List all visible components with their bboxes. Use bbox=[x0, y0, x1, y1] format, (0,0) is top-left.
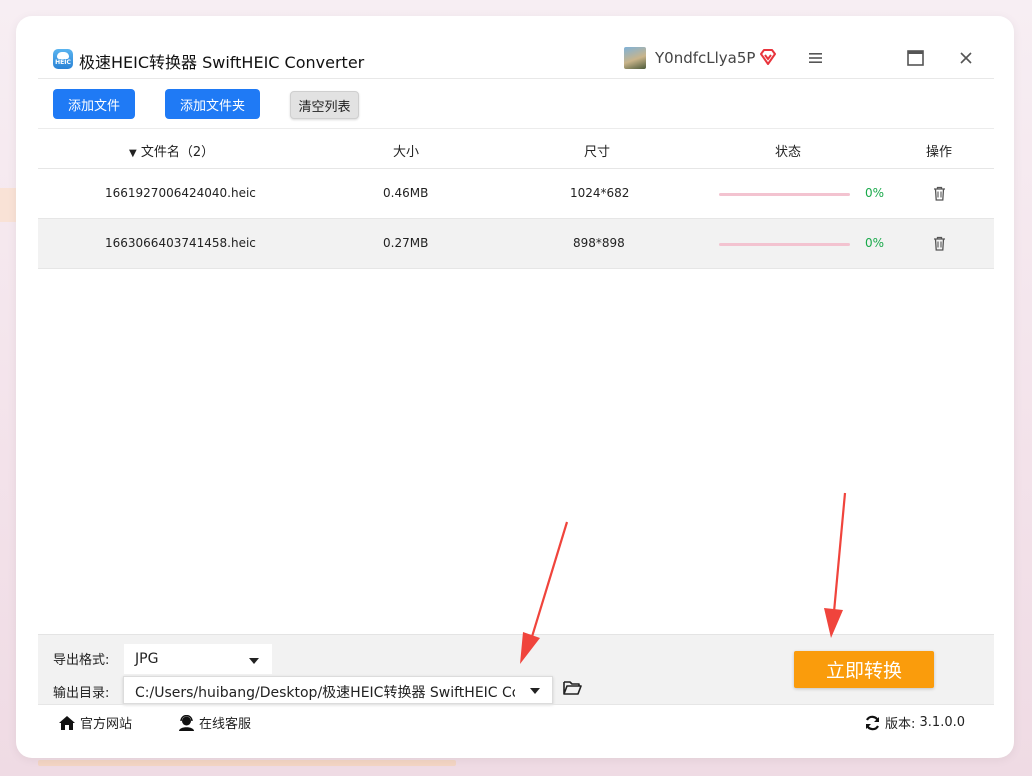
clear-list-button[interactable]: 清空列表 bbox=[290, 91, 359, 119]
chevron-down-icon bbox=[530, 688, 540, 694]
settings-panel: 导出格式: JPG 输出目录: C:/Users/huibang/Desktop… bbox=[38, 634, 994, 704]
support-agent-icon bbox=[179, 714, 194, 731]
version-number: 3.1.0.0 bbox=[919, 715, 966, 730]
delete-trash-icon[interactable] bbox=[933, 186, 946, 201]
folder-open-icon[interactable] bbox=[563, 680, 582, 696]
avatar[interactable] bbox=[624, 47, 646, 69]
delete-trash-icon[interactable] bbox=[933, 236, 946, 251]
table-row[interactable]: 1663066403741458.heic 0.27MB 898*898 0% bbox=[38, 219, 994, 269]
home-icon bbox=[59, 715, 75, 730]
file-name: 1661927006424040.heic bbox=[105, 186, 256, 200]
add-folder-button[interactable]: 添加文件夹 bbox=[165, 89, 260, 119]
format-label: 导出格式: bbox=[53, 653, 110, 668]
format-select[interactable]: JPG bbox=[123, 643, 273, 675]
vip-diamond-icon[interactable] bbox=[759, 48, 777, 66]
table-header: ▼ 文件名（2） 大小 尺寸 状态 操作 bbox=[38, 128, 994, 169]
column-status-header: 状态 bbox=[775, 145, 802, 160]
progress-percent: 0% bbox=[865, 236, 885, 250]
sort-down-icon: ▼ bbox=[129, 148, 137, 159]
column-name-header[interactable]: ▼ 文件名（2） bbox=[129, 141, 214, 160]
title-bar: HEIC 极速HEIC转换器 SwiftHEIC Converter Y0ndf… bbox=[38, 38, 994, 80]
chevron-down-icon bbox=[249, 658, 259, 664]
title-divider bbox=[38, 78, 994, 79]
app-window: HEIC 极速HEIC转换器 SwiftHEIC Converter Y0ndf… bbox=[38, 38, 994, 740]
close-icon[interactable] bbox=[958, 50, 974, 66]
convert-now-button[interactable]: 立即转换 bbox=[794, 651, 934, 688]
menu-icon[interactable] bbox=[807, 49, 825, 67]
add-file-button[interactable]: 添加文件 bbox=[53, 89, 135, 119]
background-bar bbox=[38, 760, 456, 766]
progress-bar bbox=[719, 193, 850, 196]
refresh-icon bbox=[865, 715, 880, 730]
username[interactable]: Y0ndfcLlya5P bbox=[655, 49, 755, 67]
maximize-icon[interactable] bbox=[907, 50, 924, 66]
app-title: 极速HEIC转换器 SwiftHEIC Converter bbox=[79, 53, 365, 72]
column-size-header: 大小 bbox=[393, 145, 420, 160]
file-dimensions: 1024*682 bbox=[570, 186, 630, 200]
column-dimensions-header: 尺寸 bbox=[584, 145, 611, 160]
online-support-link[interactable]: 在线客服 bbox=[178, 713, 251, 732]
file-name: 1663066403741458.heic bbox=[105, 236, 256, 250]
version-info: 版本: 3.1.0.0 bbox=[864, 713, 965, 732]
footer: 官方网站 在线客服 版本: 3.1.0.0 bbox=[38, 704, 994, 740]
output-dir-value: C:/Users/huibang/Desktop/极速HEIC转换器 Swift… bbox=[135, 685, 515, 701]
output-dir-select[interactable]: C:/Users/huibang/Desktop/极速HEIC转换器 Swift… bbox=[123, 676, 553, 704]
progress-percent: 0% bbox=[865, 186, 885, 200]
format-value: JPG bbox=[135, 651, 159, 667]
file-size: 0.46MB bbox=[383, 186, 429, 200]
column-action-header: 操作 bbox=[926, 145, 953, 160]
file-dimensions: 898*898 bbox=[573, 236, 625, 250]
progress-bar bbox=[719, 243, 850, 246]
table-row[interactable]: 1661927006424040.heic 0.46MB 1024*682 0% bbox=[38, 169, 994, 219]
app-logo-icon: HEIC bbox=[53, 49, 73, 69]
dir-label: 输出目录: bbox=[53, 686, 110, 701]
file-size: 0.27MB bbox=[383, 236, 429, 250]
official-website-link[interactable]: 官方网站 bbox=[58, 713, 132, 732]
